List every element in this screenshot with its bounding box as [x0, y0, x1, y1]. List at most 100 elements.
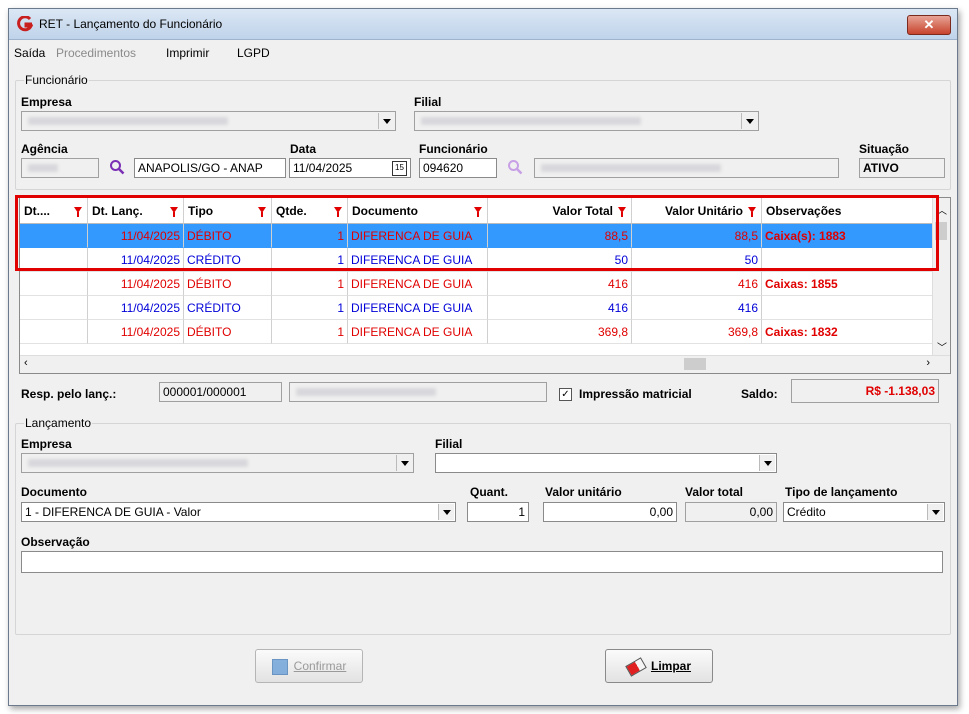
- table-row[interactable]: 11/04/2025 CRÉDITO 1 DIFERENCA DE GUIA 5…: [20, 248, 940, 272]
- col-dt[interactable]: Dt....: [20, 198, 88, 224]
- valor-total-field: 0,00: [685, 502, 777, 522]
- agencia-field[interactable]: [21, 158, 99, 178]
- col-tipo[interactable]: Tipo: [184, 198, 272, 224]
- title-bar: RET - Lançamento do Funcionário ✕: [9, 9, 957, 40]
- impressao-label[interactable]: Impressão matricial: [579, 387, 692, 401]
- vertical-scrollbar[interactable]: ︿ ﹀: [932, 198, 950, 356]
- filter-icon[interactable]: [618, 207, 626, 217]
- table-row[interactable]: 11/04/2025 DÉBITO 1 DIFERENCA DE GUIA 88…: [20, 224, 940, 248]
- limpar-button[interactable]: Limpar: [605, 649, 713, 683]
- col-valor-unitario[interactable]: Valor Unitário: [632, 198, 762, 224]
- cell-valor-total: 416: [488, 296, 632, 320]
- cell-documento: DIFERENCA DE GUIA: [348, 248, 488, 272]
- impressao-checkbox[interactable]: ✓: [559, 388, 572, 401]
- table-row[interactable]: 11/04/2025 DÉBITO 1 DIFERENCA DE GUIA 36…: [20, 320, 940, 344]
- menu-procedimentos[interactable]: Procedimentos: [56, 46, 136, 60]
- filter-icon[interactable]: [334, 207, 342, 217]
- scroll-up-icon[interactable]: ︿: [937, 202, 947, 217]
- valor-total-label: Valor total: [685, 485, 744, 499]
- empresa-select[interactable]: [21, 111, 396, 131]
- horizontal-scrollbar[interactable]: ‹ ›: [20, 355, 950, 373]
- chevron-down-icon[interactable]: [438, 504, 454, 520]
- situacao-field: ATIVO: [859, 158, 945, 178]
- filter-icon[interactable]: [748, 207, 756, 217]
- cell-dt-lanc: 11/04/2025: [88, 224, 184, 248]
- funcionario-code-field[interactable]: 094620: [419, 158, 497, 178]
- valor-unitario-field[interactable]: 0,00: [543, 502, 677, 522]
- filter-icon[interactable]: [258, 207, 266, 217]
- funcionario-name-field[interactable]: [534, 158, 839, 178]
- cell-tipo: DÉBITO: [184, 320, 272, 344]
- lanc-empresa-select[interactable]: [21, 453, 414, 473]
- menu-lgpd[interactable]: LGPD: [237, 46, 270, 60]
- cell-valor-unitario: 50: [632, 248, 762, 272]
- cell-valor-unitario: 88,5: [632, 224, 762, 248]
- chevron-down-icon[interactable]: [396, 455, 412, 471]
- eraser-icon: [625, 657, 647, 677]
- filter-icon[interactable]: [74, 207, 82, 217]
- col-qtde[interactable]: Qtde.: [272, 198, 348, 224]
- chevron-down-icon[interactable]: [759, 455, 775, 471]
- data-value: 11/04/2025: [293, 161, 353, 175]
- menu-imprimir[interactable]: Imprimir: [166, 46, 209, 60]
- close-icon: ✕: [923, 17, 935, 32]
- cell-dt: [20, 320, 88, 344]
- scroll-down-icon[interactable]: ﹀: [937, 339, 947, 354]
- cell-valor-total: 416: [488, 272, 632, 296]
- cell-valor-unitario: 416: [632, 272, 762, 296]
- cell-valor-unitario: 416: [632, 296, 762, 320]
- lancamentos-grid[interactable]: Dt.... Dt. Lanç. Tipo Qtde. Documento Va…: [19, 197, 951, 374]
- cell-documento: DIFERENCA DE GUIA: [348, 272, 488, 296]
- cell-documento: DIFERENCA DE GUIA: [348, 224, 488, 248]
- cell-qtde: 1: [272, 248, 348, 272]
- lanc-filial-select[interactable]: [435, 453, 777, 473]
- cidade-field[interactable]: ANAPOLIS/GO - ANAP: [134, 158, 286, 178]
- confirmar-button[interactable]: Confirmar: [255, 649, 363, 683]
- menu-saida[interactable]: Saída: [14, 46, 45, 60]
- cell-qtde: 1: [272, 224, 348, 248]
- chevron-down-icon[interactable]: [378, 113, 394, 129]
- filter-icon[interactable]: [170, 207, 178, 217]
- table-row[interactable]: 11/04/2025 CRÉDITO 1 DIFERENCA DE GUIA 4…: [20, 296, 940, 320]
- table-row[interactable]: 11/04/2025 DÉBITO 1 DIFERENCA DE GUIA 41…: [20, 272, 940, 296]
- data-field[interactable]: 11/04/2025 15: [289, 158, 411, 178]
- funcionario-group-title: Funcionário: [24, 73, 89, 87]
- save-icon: [271, 658, 288, 675]
- scroll-left-icon[interactable]: ‹: [24, 357, 28, 369]
- col-documento[interactable]: Documento: [348, 198, 488, 224]
- cell-valor-total: 50: [488, 248, 632, 272]
- agencia-label: Agência: [21, 142, 68, 156]
- tipo-lancamento-select[interactable]: Crédito: [783, 502, 945, 522]
- cell-valor-unitario: 369,8: [632, 320, 762, 344]
- col-dt-lanc[interactable]: Dt. Lanç.: [88, 198, 184, 224]
- lanc-empresa-label: Empresa: [21, 437, 72, 451]
- main-window: RET - Lançamento do Funcionário ✕ Saída …: [8, 8, 958, 706]
- filter-icon[interactable]: [474, 207, 482, 217]
- calendar-icon[interactable]: 15: [392, 161, 407, 176]
- cell-dt-lanc: 11/04/2025: [88, 296, 184, 320]
- documento-select[interactable]: 1 - DIFERENCA DE GUIA - Valor: [21, 502, 456, 522]
- chevron-down-icon[interactable]: [741, 113, 757, 129]
- filial-select[interactable]: [414, 111, 759, 131]
- cell-obs: Caixas: 1855: [762, 272, 940, 296]
- close-button[interactable]: ✕: [907, 15, 951, 35]
- funcionario-label: Funcionário: [419, 142, 488, 156]
- cell-valor-total: 369,8: [488, 320, 632, 344]
- search-icon[interactable]: [507, 159, 523, 175]
- cell-obs: [762, 296, 940, 320]
- col-valor-total[interactable]: Valor Total: [488, 198, 632, 224]
- limpar-label: Limpar: [650, 659, 691, 673]
- chevron-down-icon[interactable]: [927, 504, 943, 520]
- col-observacoes[interactable]: Observações: [762, 198, 940, 224]
- cell-dt-lanc: 11/04/2025: [88, 320, 184, 344]
- resp-name-field: [289, 382, 547, 402]
- quant-field[interactable]: 1: [467, 502, 529, 522]
- filial-label: Filial: [414, 95, 442, 109]
- observacao-field[interactable]: [21, 551, 943, 573]
- cell-valor-total: 88,5: [488, 224, 632, 248]
- resp-label: Resp. pelo lanç.:: [21, 387, 117, 401]
- cell-qtde: 1: [272, 296, 348, 320]
- scroll-right-icon[interactable]: ›: [926, 357, 930, 369]
- search-icon[interactable]: [109, 159, 125, 175]
- app-logo-icon: [17, 16, 33, 32]
